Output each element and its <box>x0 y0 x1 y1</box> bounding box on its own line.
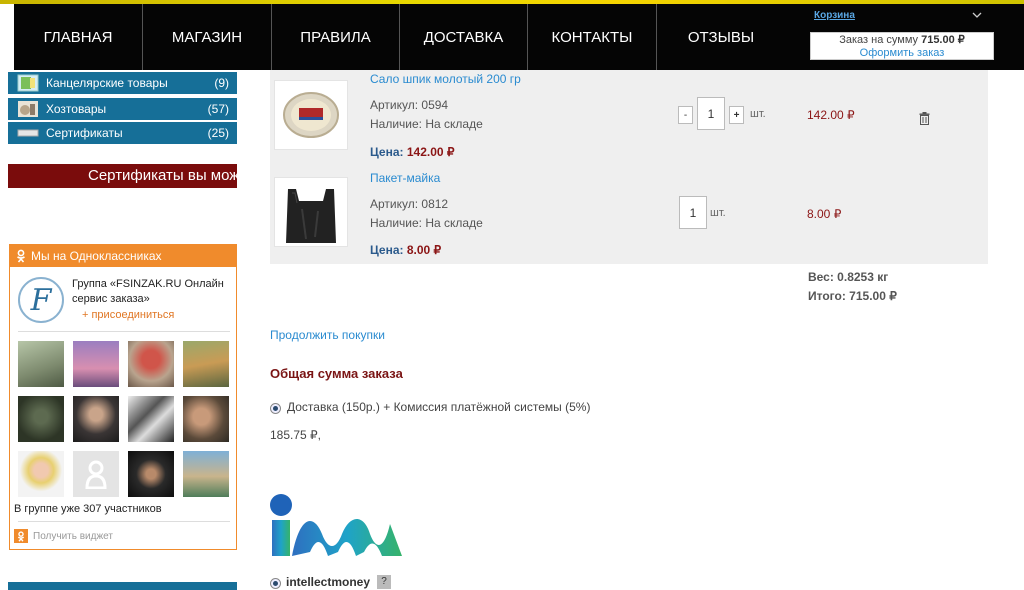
household-icon <box>16 100 40 118</box>
product-price: Цена: 8.00 ₽ <box>370 243 441 257</box>
member-avatar[interactable] <box>128 341 174 387</box>
qty-unit: шт. <box>710 207 726 219</box>
certificate-banner[interactable]: Сертификаты вы можете приобрести <box>8 164 237 188</box>
delivery-option-label[interactable]: Доставка (150р.) + Комиссия платёжной си… <box>287 400 590 414</box>
nav-contacts[interactable]: Контакты <box>528 4 657 70</box>
member-avatar[interactable] <box>18 451 64 497</box>
product-image[interactable] <box>274 177 348 247</box>
help-icon[interactable]: ? <box>377 575 391 589</box>
row-sum: 8.00 ₽ <box>807 207 842 221</box>
row-sum: 142.00 ₽ <box>807 108 855 122</box>
sidebar-item-certificates[interactable]: Сертификаты (25) <box>8 122 237 144</box>
cart-title[interactable]: Корзина <box>814 10 855 21</box>
product-meta: Артикул: 0812 Наличие: На складе <box>370 195 483 233</box>
qty-unit: шт. <box>750 108 766 120</box>
odnoklassniki-icon <box>14 529 28 543</box>
payment-radio[interactable] <box>270 578 281 589</box>
member-avatar[interactable] <box>18 341 64 387</box>
payment-method-name[interactable]: intellectmoney <box>286 575 370 589</box>
certificate-icon <box>16 124 40 142</box>
cart-row: Пакет-майка Артикул: 0812 Наличие: На ск… <box>270 167 988 264</box>
nav-home[interactable]: Главная <box>14 4 143 70</box>
join-group-link[interactable]: + присоединиться <box>82 309 174 321</box>
total-sum: Итого: 715.00 ₽ <box>808 289 897 303</box>
sidebar-item-label: Канцелярские товары <box>46 76 168 90</box>
product-stock: Наличие: На складе <box>370 216 483 230</box>
product-meta: Артикул: 0594 Наличие: На складе <box>370 96 483 134</box>
product-article: Артикул: 0812 <box>370 197 449 211</box>
qty-increase-button[interactable]: + <box>729 106 744 124</box>
sidebar-item-household[interactable]: Хозтовары (57) <box>8 98 237 120</box>
order-total-title: Общая сумма заказа <box>270 366 403 381</box>
cart-summary-box: Заказ на сумму 715.00 ₽ Оформить заказ <box>810 32 994 60</box>
price-label: Цена: <box>370 243 404 257</box>
price-value: 8.00 ₽ <box>406 243 442 257</box>
member-avatar[interactable] <box>128 396 174 442</box>
ok-group: F Группа «FSINZAK.RU Онлайн сервис заказ… <box>18 275 230 331</box>
delivery-radio[interactable] <box>270 403 281 414</box>
odnoklassniki-icon <box>16 249 26 263</box>
member-avatar[interactable] <box>183 341 229 387</box>
default-avatar-icon[interactable] <box>73 451 119 497</box>
total-weight: Вес: 0.8253 кг <box>808 270 889 284</box>
product-title[interactable]: Сало шпик молотый 200 гр <box>370 72 521 86</box>
cart-summary-value: 715.00 ₽ <box>921 34 965 46</box>
cart-summary-label: Заказ на сумму <box>839 34 919 46</box>
member-avatar[interactable] <box>18 396 64 442</box>
nav-reviews[interactable]: Отзывы <box>657 4 785 70</box>
stationery-icon <box>16 74 40 92</box>
group-name[interactable]: Группа «FSINZAK.RU Онлайн сервис заказа» <box>72 277 232 307</box>
checkout-link[interactable]: Оформить заказ <box>811 47 993 60</box>
mini-cart: Корзина Заказ на сумму 715.00 ₽ Оформить… <box>810 8 1020 64</box>
delivery-sum: 185.75 ₽, <box>270 428 322 442</box>
product-stock: Наличие: На складе <box>370 117 483 131</box>
sidebar-item-label: Хозтовары <box>46 102 107 116</box>
qty-input[interactable]: 1 <box>697 97 725 130</box>
sidebar-item-count: (25) <box>207 126 229 140</box>
price-value: 142.00 ₽ <box>406 145 455 159</box>
group-logo[interactable]: F <box>18 277 64 323</box>
sidebar-bottom-bar <box>8 582 237 590</box>
member-avatar[interactable] <box>128 451 174 497</box>
member-avatar[interactable] <box>73 396 119 442</box>
divider <box>18 331 230 332</box>
divider <box>18 521 230 522</box>
product-price: Цена: 142.00 ₽ <box>370 145 455 159</box>
qty-input[interactable]: 1 <box>679 196 707 229</box>
trash-icon[interactable] <box>919 112 930 128</box>
qty-decrease-button[interactable]: - <box>678 106 693 124</box>
member-avatar[interactable] <box>183 451 229 497</box>
nav-delivery[interactable]: Доставка <box>400 4 528 70</box>
cart-totals: Вес: 0.8253 кг Итого: 715.00 ₽ <box>808 268 897 306</box>
sidebar-item-stationery[interactable]: Канцелярские товары (9) <box>8 72 237 94</box>
ok-widget-header: Мы на Одноклассниках <box>10 245 236 267</box>
ok-widget-title: Мы на Одноклассниках <box>31 249 162 263</box>
sidebar-item-label: Сертификаты <box>46 126 123 140</box>
cart-row: Сало шпик молотый 200 гр Артикул: 0594 Н… <box>270 70 988 167</box>
intellectmoney-logo[interactable] <box>270 494 404 561</box>
members-count: В группе уже 307 участников <box>14 503 162 515</box>
get-widget-label: Получить виджет <box>33 530 113 542</box>
chevron-down-icon[interactable] <box>972 10 982 22</box>
price-label: Цена: <box>370 145 404 159</box>
member-avatar[interactable] <box>73 341 119 387</box>
sidebar-item-count: (57) <box>207 102 229 116</box>
product-article: Артикул: 0594 <box>370 98 449 112</box>
product-image[interactable] <box>274 80 348 150</box>
member-avatar[interactable] <box>183 396 229 442</box>
odnoklassniki-widget: Мы на Одноклассниках F Группа «FSINZAK.R… <box>9 244 237 550</box>
continue-shopping-link[interactable]: Продолжить покупки <box>270 328 385 342</box>
nav-shop[interactable]: Магазин <box>143 4 272 70</box>
cart-items: Сало шпик молотый 200 гр Артикул: 0594 Н… <box>270 70 988 264</box>
nav-rules[interactable]: Правила <box>272 4 400 70</box>
sidebar-item-count: (9) <box>214 76 229 90</box>
product-title[interactable]: Пакет-майка <box>370 171 440 185</box>
get-widget-link[interactable]: Получить виджет <box>14 529 113 543</box>
